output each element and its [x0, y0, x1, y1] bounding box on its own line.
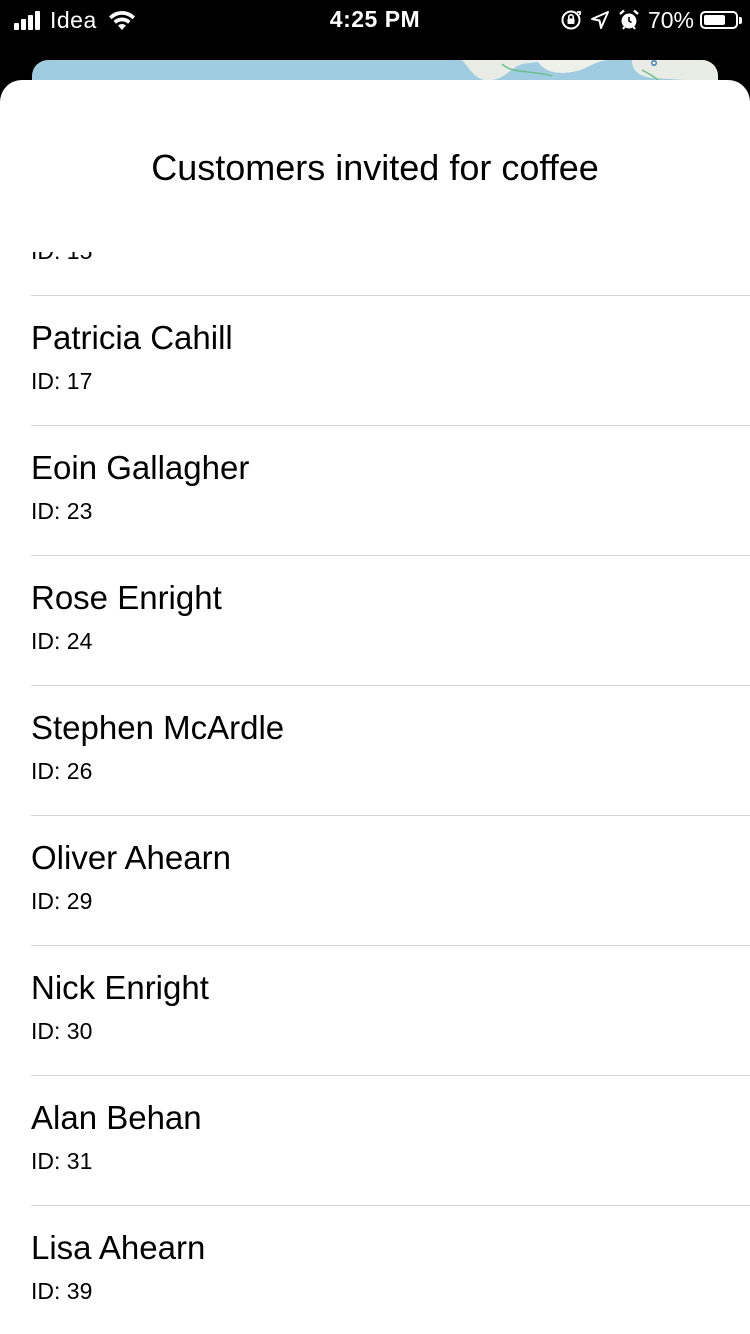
battery-icon [700, 11, 742, 29]
customer-name: Lisa Ahearn [31, 1229, 206, 1266]
phone-screen: Idea 4:25 PM 70% Customers invited for c… [0, 0, 750, 1334]
customer-row[interactable]: Eoin Gallagher ID: 23 [31, 426, 750, 556]
status-right: 70% [560, 6, 742, 34]
customer-row[interactable]: Stephen McArdle ID: 26 [31, 686, 750, 816]
customer-list-content: ID: 15 Patricia Cahill ID: 17 Eoin Gallaghe… [0, 252, 750, 1334]
customer-id: ID: 17 [31, 368, 93, 394]
customer-row[interactable]: Lisa Ahearn ID: 39 [31, 1206, 750, 1334]
battery-fill [704, 15, 725, 25]
customer-name: Alan Behan [31, 1099, 202, 1136]
customer-row[interactable]: Rose Enright ID: 24 [31, 556, 750, 686]
customer-id: ID: 26 [31, 758, 93, 784]
customer-id: ID: 39 [31, 1278, 93, 1304]
orientation-lock-icon [561, 10, 581, 30]
location-icon [590, 11, 609, 29]
customer-id: ID: 30 [31, 1018, 93, 1044]
status-bar: Idea 4:25 PM 70% [0, 0, 750, 40]
customer-id: ID: 23 [31, 498, 93, 524]
customer-list[interactable]: ID: 15 Patricia Cahill ID: 17 Eoin Gallaghe… [0, 252, 750, 1334]
customer-name: Eoin Gallagher [31, 449, 250, 486]
customer-row[interactable]: ID: 15 [31, 252, 750, 296]
customer-row[interactable]: Nick Enright ID: 30 [31, 946, 750, 1076]
customer-row[interactable]: Alan Behan ID: 31 [31, 1076, 750, 1206]
customer-id: ID: 15 [31, 252, 92, 266]
customer-id: ID: 29 [31, 888, 93, 914]
customer-name: Oliver Ahearn [31, 839, 231, 876]
customer-name: Patricia Cahill [31, 319, 233, 356]
alarm-icon [619, 9, 639, 30]
battery-percent: 70% [647, 6, 694, 33]
customer-row[interactable]: Patricia Cahill ID: 17 [31, 296, 750, 426]
customer-name: Stephen McArdle [31, 709, 285, 746]
customer-name: Nick Enright [31, 969, 209, 1006]
customer-row[interactable]: Oliver Ahearn ID: 29 [31, 816, 750, 946]
sheet-title: Customers invited for coffee [151, 147, 599, 188]
customer-id: ID: 24 [31, 628, 93, 654]
battery-cap [739, 17, 742, 24]
customers-sheet: Customers invited for coffee ID: 15 Patri… [0, 80, 750, 1334]
customer-name: Rose Enright [31, 579, 222, 616]
customer-id: ID: 31 [31, 1148, 93, 1174]
